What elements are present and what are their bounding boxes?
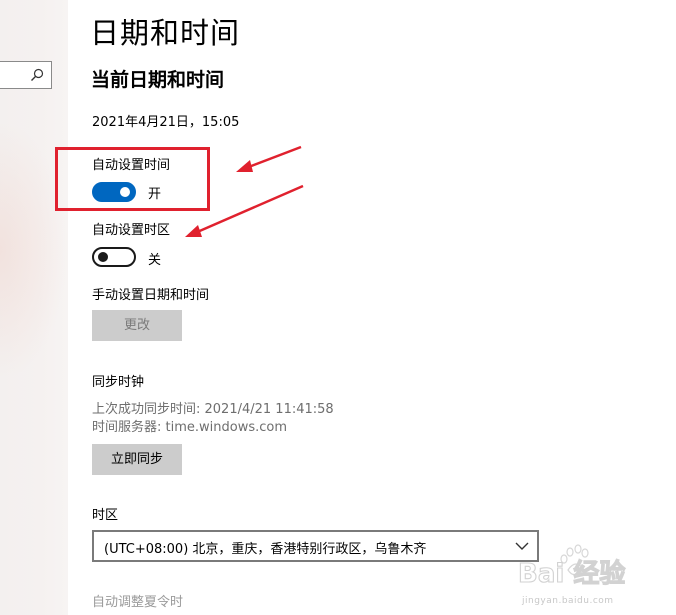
- dst-label: 自动调整夏令时: [92, 595, 184, 610]
- page-title: 日期和时间: [90, 16, 241, 50]
- manual-datetime-label: 手动设置日期和时间: [92, 288, 210, 303]
- search-input[interactable]: [0, 61, 52, 89]
- timezone-selected-value: (UTC+08:00) 北京，重庆，香港特别行政区，乌鲁木齐: [104, 542, 427, 557]
- timezone-dropdown[interactable]: (UTC+08:00) 北京，重庆，香港特别行政区，乌鲁木齐: [92, 530, 539, 562]
- auto-timezone-label: 自动设置时区: [92, 223, 171, 238]
- last-sync-text: 上次成功同步时间: 2021/4/21 11:41:58: [92, 402, 334, 417]
- navigation-pane: [0, 0, 68, 615]
- time-server-text: 时间服务器: time.windows.com: [92, 420, 288, 435]
- auto-timezone-toggle[interactable]: [92, 247, 136, 267]
- sync-now-button[interactable]: 立即同步: [92, 444, 182, 475]
- watermark-text: Bai 经验: [518, 558, 625, 589]
- settings-window: 日期和时间 当前日期和时间 2021年4月21日，15:05 自动设置时间 开 …: [0, 0, 676, 615]
- timezone-label: 时区: [92, 508, 119, 523]
- toggle-knob: [98, 252, 108, 262]
- watermark-url: jingyan.baidu.com: [522, 596, 614, 606]
- sync-clock-title: 同步时钟: [92, 375, 145, 390]
- change-button[interactable]: 更改: [92, 310, 182, 341]
- search-icon: [31, 68, 44, 81]
- current-datetime: 2021年4月21日，15:05: [92, 115, 240, 130]
- auto-timezone-state: 关: [148, 253, 162, 268]
- section-title: 当前日期和时间: [91, 69, 225, 91]
- annotation-arrow-upper: [236, 145, 302, 172]
- annotation-highlight-box: [55, 147, 210, 211]
